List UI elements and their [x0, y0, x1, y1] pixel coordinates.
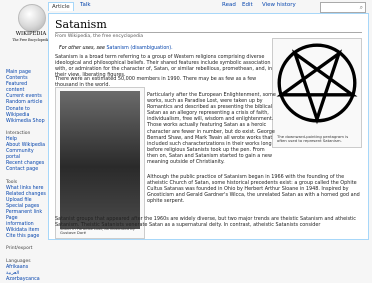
sidebar-item-page-info[interactable]: Page information — [6, 216, 46, 228]
sidebar: Main page Contents Featured content Curr… — [6, 70, 46, 283]
hatnote-link[interactable]: Satanism (disambiguation). — [106, 46, 172, 51]
sidebar-item-featured[interactable]: Featured content — [6, 82, 46, 94]
sidebar-item-related-changes[interactable]: Related changes — [6, 192, 46, 198]
puzzle-globe-icon — [18, 4, 46, 32]
title-divider — [55, 32, 362, 33]
sidebar-item-random[interactable]: Random article — [6, 100, 46, 106]
tab-article[interactable]: Article — [48, 2, 74, 11]
sidebar-item-what-links[interactable]: What links here — [6, 186, 46, 192]
pentagram-figure: The downward-pointing pentagram is often… — [272, 38, 362, 148]
hatnote-text: For other uses, see — [59, 46, 105, 51]
sidebar-item-lang-az[interactable]: Azərbaycanca — [6, 277, 46, 283]
search-icon[interactable]: ⌕ — [360, 4, 363, 12]
page-title: Satanism — [55, 18, 107, 31]
sidebar-item-donate[interactable]: Donate to Wikipedia — [6, 107, 46, 119]
pentagram-caption: The downward-pointing pentagram is often… — [277, 133, 349, 144]
pentagram-image[interactable] — [275, 41, 359, 125]
tab-edit[interactable]: Edit — [242, 2, 253, 8]
tab-read[interactable]: Read — [222, 2, 236, 8]
sidebar-item-community[interactable]: Community portal — [6, 149, 46, 161]
article-content: Satanism From Wikipedia, the free encycl… — [48, 13, 369, 240]
search-input[interactable]: ⌕ — [320, 2, 366, 13]
tab-talk[interactable]: Talk — [80, 2, 91, 8]
article-tagline: From Wikipedia, the free encyclopedia — [55, 34, 144, 39]
sidebar-item-contact[interactable]: Contact page — [6, 167, 46, 173]
tab-history[interactable]: View history — [262, 2, 296, 8]
sidebar-item-shop[interactable]: Wikimedia Shop — [6, 119, 46, 125]
sidebar-heading-print[interactable]: Print/export — [6, 246, 46, 252]
history-paragraph: Particularly after the European Enlighte… — [147, 92, 276, 166]
lucifer-engraving-image[interactable] — [60, 91, 140, 229]
tabs-bar: Article Talk Read Edit View history ⌕ — [44, 0, 372, 13]
lead-paragraph: Satanism is a broad term referring to a … — [55, 54, 273, 79]
groups-paragraph: Satanist groups that appeared after the … — [55, 216, 356, 229]
modern-paragraph: Although the public practice of Satanism… — [147, 174, 360, 205]
hatnote: For other uses, see Satanism (disambigua… — [59, 46, 173, 51]
